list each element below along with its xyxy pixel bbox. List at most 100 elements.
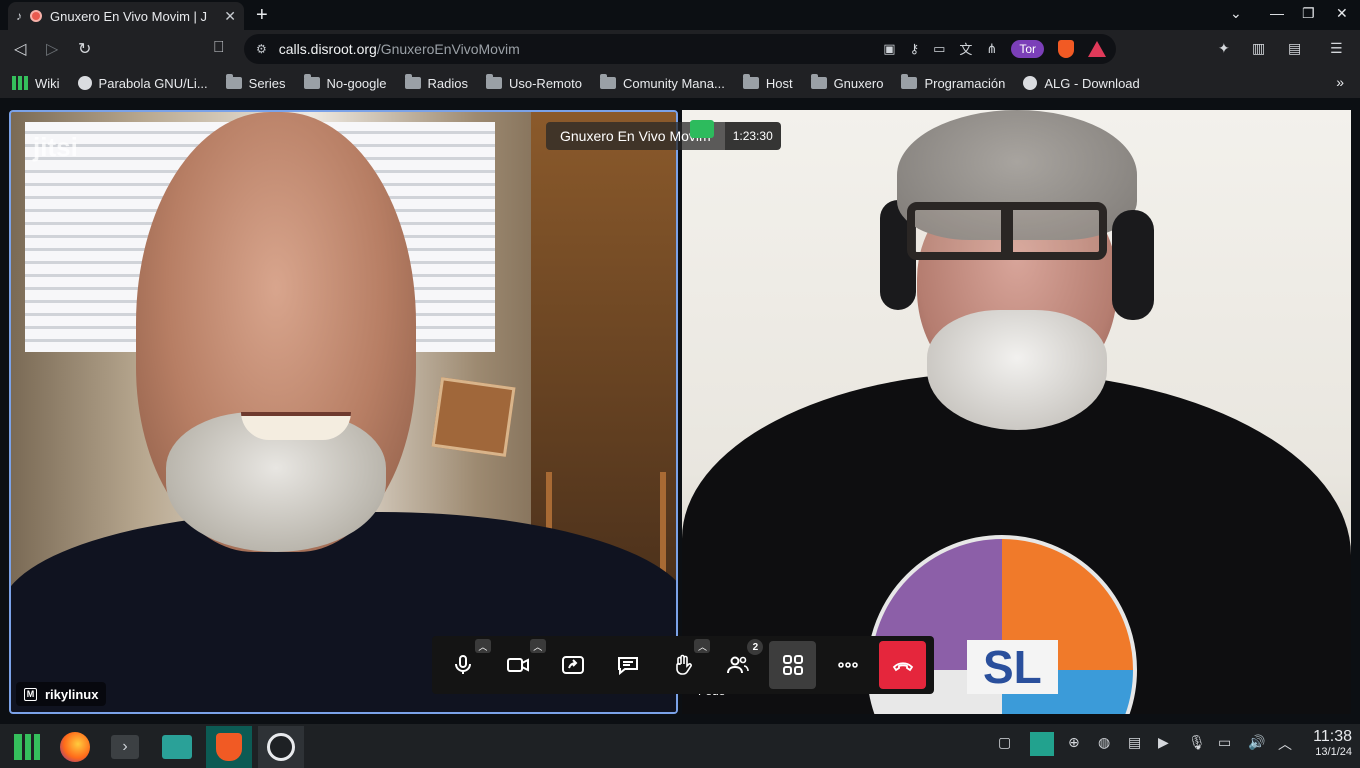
bookmark-label: Uso-Remoto xyxy=(508,75,582,91)
bookmark-folder-programacion[interactable]: Programación xyxy=(901,74,1006,91)
taskbar-files[interactable] xyxy=(154,726,200,768)
reload-button[interactable]: ↻ xyxy=(78,39,91,59)
reactions-chevron-icon[interactable]: ︿ xyxy=(694,639,711,653)
screen-share-button[interactable] xyxy=(550,641,597,689)
new-tab-button[interactable]: + xyxy=(256,4,268,27)
folder-icon xyxy=(810,74,827,89)
minimize-button[interactable]: — xyxy=(1270,5,1284,21)
address-bar[interactable]: ⚙ calls.disroot.org /GnuxeroEnVivoMovim … xyxy=(244,34,1116,64)
application-launcher[interactable] xyxy=(4,726,50,768)
key-icon[interactable]: ⚷ xyxy=(910,41,920,57)
participant-glasses xyxy=(907,202,1107,260)
bookmark-folder-series[interactable]: Series xyxy=(225,74,286,91)
media-player-icon[interactable]: ▶ xyxy=(1158,734,1169,751)
meeting-timer: 1:23:30 xyxy=(724,122,781,150)
clipboard-icon[interactable]: ▤ xyxy=(1128,734,1141,751)
video-tile-rikylinux[interactable]: jitsi xyxy=(9,110,678,714)
maximize-button[interactable]: ❐ xyxy=(1302,5,1315,22)
video-settings-chevron-icon[interactable]: ︿ xyxy=(529,639,546,653)
hangup-button[interactable] xyxy=(879,641,927,689)
extensions-icon[interactable]: ✦ xyxy=(1218,40,1230,57)
bookmark-folder-comunity[interactable]: Comunity Mana... xyxy=(599,74,725,91)
bookmark-label: ALG - Download xyxy=(1044,75,1140,91)
folder-icon xyxy=(225,74,242,89)
bookmark-wiki[interactable]: Wiki xyxy=(12,76,60,91)
browser-tab-bar: ♪ Gnuxero En Vivo Movim | J ✕ + ⌄ — ❐ ✕ xyxy=(0,0,1360,30)
bookmark-folder-gnuxero[interactable]: Gnuxero xyxy=(810,74,883,91)
sidebar-icon[interactable]: ▥ xyxy=(1252,40,1265,57)
tray-expand-icon[interactable]: ︿ xyxy=(1278,734,1292,754)
taskbar-terminal[interactable]: › xyxy=(102,726,148,768)
clock-time: 11:38 xyxy=(1313,728,1352,745)
taskbar: › ▢ ⊕ ◍ ▤ ▶ 🎙 ▭ 🔊 ︿ 11:38 13/1/24 xyxy=(0,724,1360,768)
bookmark-folder-uso-remoto[interactable]: Uso-Remoto xyxy=(485,74,582,91)
raise-hand-button[interactable]: ︿ xyxy=(660,639,711,689)
camera-icon xyxy=(507,658,530,672)
volume-icon[interactable]: 🔊 xyxy=(1248,734,1265,751)
participant-count-badge: 2 xyxy=(747,639,764,655)
globe-icon xyxy=(1023,76,1038,90)
audio-settings-chevron-icon[interactable]: ︿ xyxy=(474,639,491,653)
obs-tray-icon[interactable]: ◍ xyxy=(1098,734,1110,751)
manjaro-logo-icon xyxy=(14,734,40,760)
bookmarks-bar: Wiki Parabola GNU/Li... Series No-google… xyxy=(0,68,1360,98)
tile-view-button[interactable] xyxy=(769,641,817,689)
brave-icon xyxy=(216,733,242,761)
taskbar-firefox[interactable] xyxy=(52,726,98,768)
brave-rewards-icon[interactable] xyxy=(1088,40,1106,57)
menu-icon[interactable]: ☰ xyxy=(1330,40,1343,57)
more-actions-button[interactable] xyxy=(824,641,871,689)
camera-permission-icon[interactable]: ▣ xyxy=(883,41,895,57)
browser-toolbar: ◁ ▷ ↻ ⎕ ⚙ calls.disroot.org /GnuxeroEnVi… xyxy=(0,30,1360,68)
tab-list-chevron-icon[interactable]: ⌄ xyxy=(1230,5,1242,22)
moderator-icon: M xyxy=(24,687,37,701)
camera-button[interactable]: ︿ xyxy=(495,639,546,689)
close-window-button[interactable]: ✕ xyxy=(1336,5,1348,22)
bookmark-label: Wiki xyxy=(35,75,60,91)
network-icon[interactable]: ▭ xyxy=(1218,734,1231,751)
microphone-button[interactable]: ︿ xyxy=(440,639,491,689)
bookmark-folder-host[interactable]: Host xyxy=(742,74,793,91)
clock[interactable]: 11:38 13/1/24 xyxy=(1313,728,1352,758)
bookmark-icon[interactable]: ⎕ xyxy=(214,39,224,57)
folder-icon xyxy=(901,74,918,89)
tor-button[interactable]: Tor xyxy=(1011,39,1044,58)
bookmarks-overflow-icon[interactable]: » xyxy=(1336,74,1344,90)
taskbar-obs[interactable] xyxy=(258,726,304,768)
brave-shields-icon[interactable] xyxy=(1058,39,1074,58)
bookmark-parabola[interactable]: Parabola GNU/Li... xyxy=(77,76,208,91)
bookmark-folder-radios[interactable]: Radios xyxy=(404,74,468,91)
pager-icon[interactable] xyxy=(1030,732,1054,756)
bookmark-label: No-google xyxy=(326,75,387,91)
taskbar-brave[interactable] xyxy=(206,726,252,768)
bookmark-alg-download[interactable]: ALG - Download xyxy=(1023,75,1140,91)
hangup-icon xyxy=(892,662,913,672)
translate-icon[interactable]: 文 xyxy=(959,39,972,58)
close-tab-icon[interactable]: ✕ xyxy=(224,8,236,25)
bookmark-label: Series xyxy=(248,75,286,91)
show-desktop-icon[interactable]: ▢ xyxy=(998,734,1011,751)
browser-tab[interactable]: ♪ Gnuxero En Vivo Movim | J ✕ xyxy=(8,2,244,30)
tile-view-icon xyxy=(782,655,803,675)
globe-icon xyxy=(77,76,92,90)
forward-button[interactable]: ▷ xyxy=(46,39,58,59)
hand-icon xyxy=(676,654,692,675)
microphone-tray-icon[interactable]: 🎙 xyxy=(1188,734,1206,751)
wallet-icon[interactable]: ▤ xyxy=(1288,40,1301,57)
recording-indicator-icon xyxy=(690,120,714,138)
back-button[interactable]: ◁ xyxy=(14,39,26,59)
participants-button[interactable]: 2 xyxy=(714,639,764,689)
audio-playing-icon[interactable]: ♪ xyxy=(16,9,22,23)
updates-icon[interactable]: ⊕ xyxy=(1068,734,1080,751)
bookmark-label: Programación xyxy=(924,75,1006,91)
site-settings-icon[interactable]: ⚙ xyxy=(256,42,267,56)
shirt-logo-text: SL xyxy=(967,640,1058,694)
bookmark-folder-no-google[interactable]: No-google xyxy=(303,74,387,91)
participant-video-rikylinux xyxy=(106,112,426,572)
share-icon[interactable]: ⋔ xyxy=(986,41,997,57)
cast-icon[interactable]: ▭ xyxy=(933,41,945,57)
bookmark-label: Host xyxy=(765,75,793,91)
meeting-info-bar: Gnuxero En Vivo Movim 1:23:30 xyxy=(546,122,781,150)
video-tile-fede[interactable]: SL xyxy=(682,110,1351,714)
chat-button[interactable] xyxy=(605,641,652,689)
